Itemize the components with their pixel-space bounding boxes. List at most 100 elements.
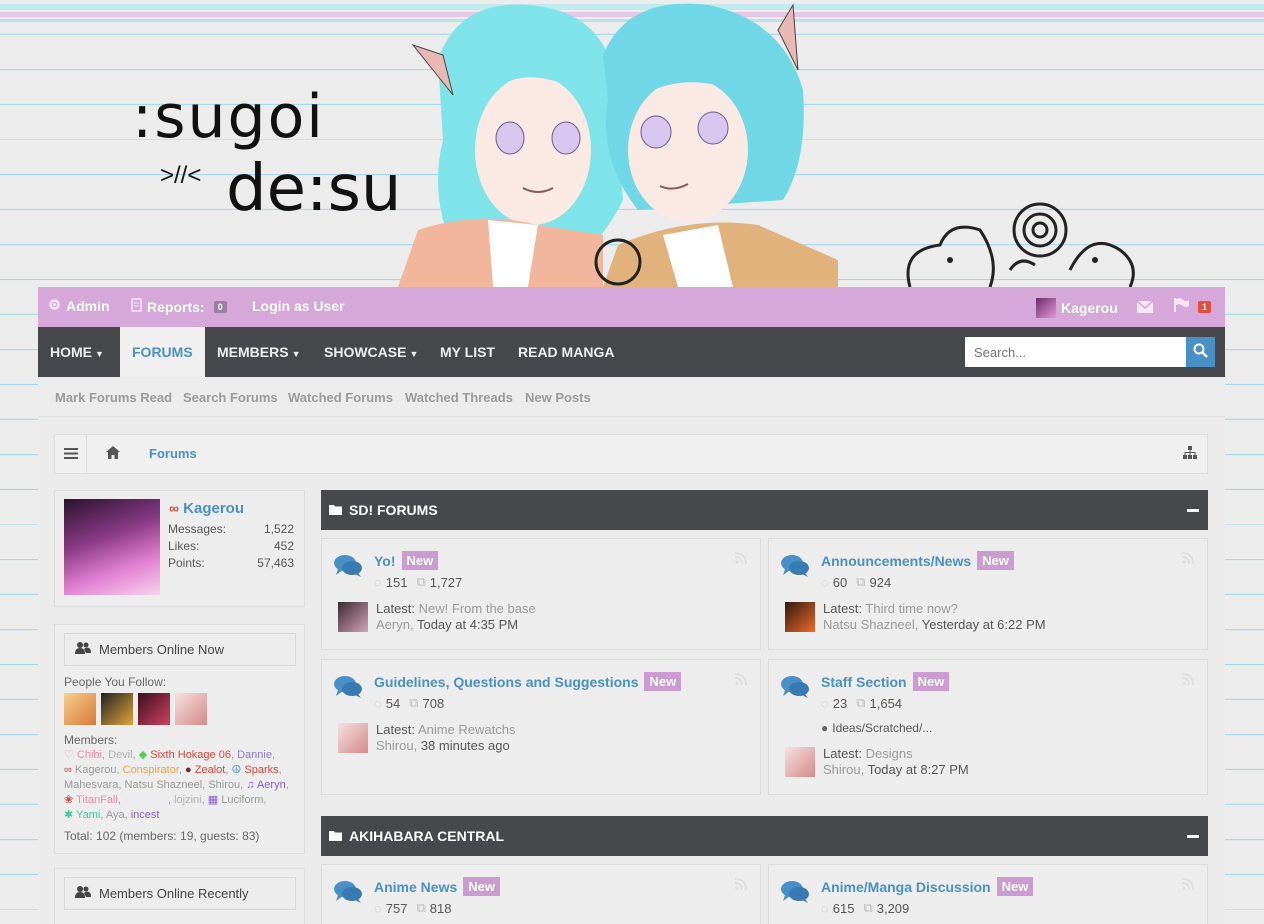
watched-forums-link[interactable]: Watched Forums <box>288 390 393 405</box>
site-logo[interactable]: :sugoi <box>132 82 325 152</box>
member-link[interactable]: ◆ Sixth Hokage 06 <box>139 749 231 761</box>
avatar[interactable] <box>64 499 160 595</box>
avatar[interactable] <box>64 693 96 725</box>
nav-read-manga[interactable]: READ MANGA <box>506 327 626 377</box>
avatar[interactable] <box>138 693 170 725</box>
message-count: 1,654 <box>869 695 903 711</box>
sitemap-button[interactable] <box>1173 435 1207 473</box>
login-as-user-link[interactable]: Login as User <box>252 298 345 314</box>
forum-title-label: Guidelines, Questions and Suggestions <box>374 673 639 690</box>
category-header[interactable]: SD! FORUMS <box>321 490 1208 530</box>
member-link[interactable]: ∞ Kagerou <box>64 764 117 776</box>
online-total: Total: 102 (members: 19, guests: 83) <box>64 829 260 843</box>
member-link[interactable]: ♡ Chibi <box>64 749 102 761</box>
visitor-name[interactable]: ∞ Kagerou <box>169 500 244 517</box>
forum-title[interactable]: Anime/Manga Discussion New <box>821 877 1034 896</box>
chat-bubbles-icon <box>781 675 809 702</box>
rss-icon[interactable] <box>1181 673 1194 688</box>
breadcrumb-forums[interactable]: Forums <box>149 446 197 461</box>
message-count: 3,209 <box>876 900 910 916</box>
nav-my-list[interactable]: MY LIST <box>428 327 507 377</box>
subforum-link[interactable]: ● Ideas/Scratched/... <box>821 721 932 735</box>
member-name: Conspirator <box>122 764 179 776</box>
forum-title[interactable]: Guidelines, Questions and Suggestions Ne… <box>374 672 682 691</box>
inbox-link[interactable] <box>1136 300 1154 316</box>
nav-showcase[interactable]: SHOWCASE ▼ <box>312 327 430 377</box>
member-link[interactable]: Luciform <box>221 794 263 806</box>
member-link[interactable]: ❀ TitanFall <box>64 794 118 806</box>
copy-icon: ⧉ <box>409 695 419 710</box>
nav-forums[interactable]: FORUMS <box>120 327 205 377</box>
mark-forums-read-link[interactable]: Mark Forums Read <box>55 390 172 405</box>
forum-title[interactable]: Yo! New <box>374 551 439 570</box>
avatar[interactable] <box>175 693 207 725</box>
search-input[interactable] <box>965 337 1186 367</box>
category-header[interactable]: AKIHABARA CENTRAL <box>321 816 1208 856</box>
message-count: 924 <box>869 574 892 590</box>
latest-thread-link[interactable]: New! From the base <box>419 601 536 616</box>
users-icon <box>75 886 91 901</box>
member-link[interactable]: lojzini <box>174 794 202 806</box>
member-link[interactable]: Aya <box>106 809 125 821</box>
member-link[interactable]: incest <box>131 809 160 821</box>
members-label: Members: <box>64 733 118 747</box>
member-link[interactable]: ♫ Aeryn <box>246 779 285 791</box>
subforum-label: Ideas/Scratched/... <box>832 721 933 735</box>
nav-members[interactable]: MEMBERS ▼ <box>205 327 312 377</box>
rss-icon[interactable] <box>1181 878 1194 893</box>
member-link[interactable]: ● Zealot <box>185 764 225 776</box>
admin-link[interactable]: Admin <box>48 298 110 314</box>
rss-icon[interactable] <box>734 878 747 893</box>
member-link[interactable]: Devil <box>108 749 132 761</box>
latest-user-link[interactable]: Shirou <box>823 762 861 777</box>
caret-down-icon: ▼ <box>409 349 419 359</box>
member-link[interactable]: Conspirator <box>123 764 179 776</box>
latest-thread-link[interactable]: Designs <box>866 746 913 761</box>
member-name: Natsu Shazneel <box>124 779 203 791</box>
members-recent-panel: Members Online Recently <box>54 868 305 924</box>
members-recent-heading[interactable]: Members Online Recently <box>64 877 296 910</box>
latest-user-link[interactable]: Natsu Shazneel <box>823 617 915 632</box>
member-link[interactable]: Mahesvara <box>64 779 118 791</box>
reports-link[interactable]: Reports: 0 <box>131 298 227 315</box>
member-link[interactable]: Natsu Shazneel <box>125 779 203 791</box>
new-posts-link[interactable]: New Posts <box>525 390 591 405</box>
avatar[interactable] <box>785 747 815 777</box>
rss-icon[interactable] <box>1181 552 1194 567</box>
latest-thread-link[interactable]: Third time now? <box>865 601 957 616</box>
forum-title[interactable]: Anime News New <box>374 877 500 896</box>
search-button[interactable] <box>1186 337 1215 367</box>
collapse-icon[interactable] <box>1187 509 1199 512</box>
member-link[interactable]: Dannie <box>237 749 272 761</box>
main-navigation: HOME ▼ FORUMS MEMBERS ▼ SHOWCASE ▼ MY LIST … <box>38 327 1225 377</box>
avatar[interactable] <box>101 693 133 725</box>
forum-title[interactable]: Staff Section New <box>821 672 950 691</box>
member-link[interactable]: ✱ Yami <box>64 809 100 821</box>
nav-read-manga-label: READ MANGA <box>518 344 615 360</box>
watched-threads-link[interactable]: Watched Threads <box>405 390 513 405</box>
member-link[interactable]: Sparks <box>244 764 278 776</box>
avatar[interactable] <box>338 723 368 753</box>
member-link[interactable]: xxxxxxxx <box>124 794 168 806</box>
user-menu-link[interactable]: Kagerou <box>1036 298 1118 318</box>
menu-toggle[interactable] <box>55 435 86 473</box>
latest-user-link[interactable]: Aeryn <box>376 617 410 632</box>
search-forums-link[interactable]: Search Forums <box>183 390 278 405</box>
member-link[interactable]: Shirou <box>208 779 240 791</box>
alerts-count-badge: 1 <box>1198 300 1212 313</box>
nav-home[interactable]: HOME ▼ <box>38 327 116 377</box>
logo-emote: >//< <box>160 162 202 189</box>
rss-icon[interactable] <box>734 673 747 688</box>
latest-thread-link[interactable]: Anime Rewatchs <box>418 722 516 737</box>
avatar[interactable] <box>338 602 368 632</box>
message-count: 708 <box>422 695 445 711</box>
forum-node: Staff Section New ◌ 23 ⧉ 1,654 ● Ideas/S… <box>768 659 1208 795</box>
latest-user-link[interactable]: Shirou <box>376 738 414 753</box>
avatar[interactable] <box>785 602 815 632</box>
rss-icon[interactable] <box>734 552 747 567</box>
alerts-link[interactable]: 1 <box>1173 298 1212 315</box>
forum-title[interactable]: Announcements/News New <box>821 551 1014 570</box>
collapse-icon[interactable] <box>1187 835 1199 838</box>
members-online-heading[interactable]: Members Online Now <box>64 633 296 666</box>
breadcrumb-home[interactable] <box>95 435 131 473</box>
